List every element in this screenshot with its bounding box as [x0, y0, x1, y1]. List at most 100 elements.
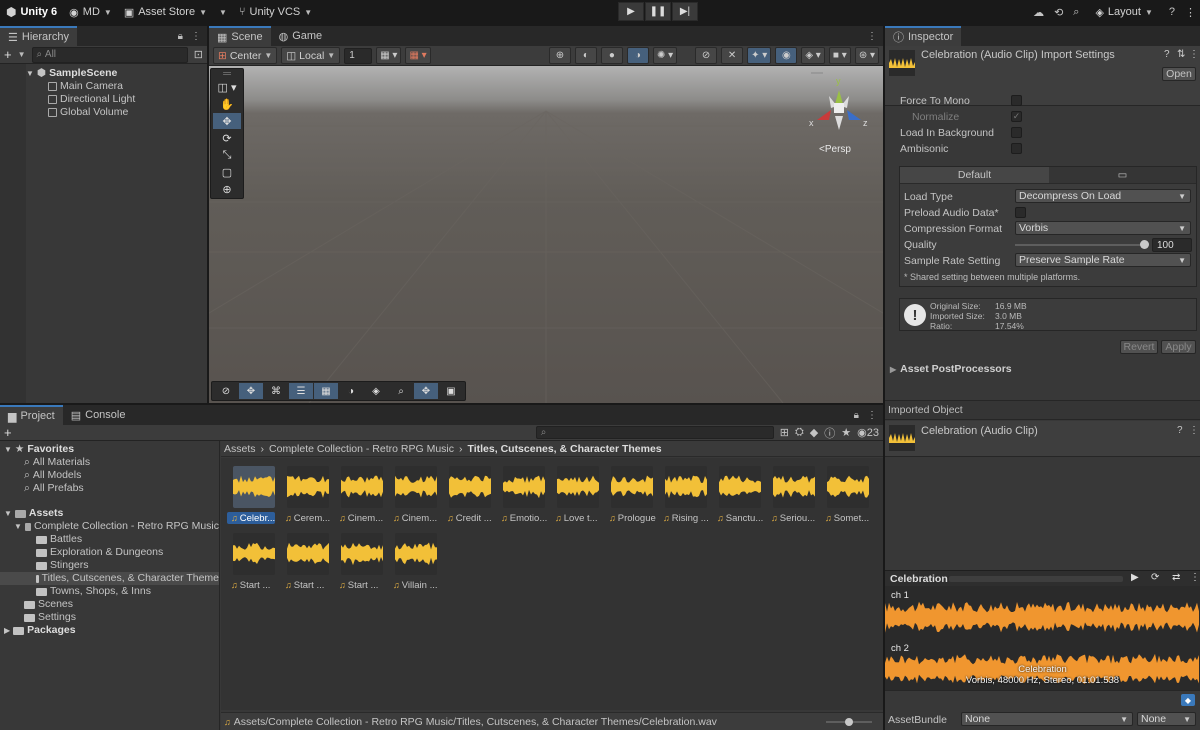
asset-item[interactable]: ♫ Sanctu... — [715, 466, 765, 524]
label-tag-icon[interactable]: ◆ — [1181, 694, 1195, 706]
space-dropdown[interactable]: ◫ Local ▼ — [281, 47, 341, 64]
filter-icon[interactable]: ⛭ — [795, 426, 804, 439]
snap-tool[interactable]: ⌘ — [264, 383, 288, 399]
sample-rate-dropdown[interactable]: Preserve Sample Rate ▼ — [1015, 253, 1191, 267]
shading-lit-button[interactable]: ◑ — [626, 47, 649, 64]
camera-button[interactable]: ■ ▾ — [828, 47, 851, 64]
more-icon[interactable]: ⋮ — [867, 31, 877, 42]
lock-icon[interactable]: 🔒︎ — [178, 31, 183, 42]
preview-scrubber[interactable] — [949, 576, 1123, 582]
tab-console[interactable]: ▤ Console — [63, 405, 134, 425]
project-search-input[interactable]: ⌕ — [535, 426, 774, 439]
asset-item[interactable]: ♫ Start ... — [229, 533, 279, 591]
orientation-gizmo[interactable]: y x z <Persp — [807, 72, 871, 155]
tab-project[interactable]: ▆ Project — [0, 405, 63, 425]
compression-dropdown[interactable]: Vorbis ▼ — [1015, 221, 1191, 235]
waveform-preview[interactable]: ch 1 ch 2 Celebration Vorbis, 48000 Hz, … — [885, 586, 1200, 690]
unity-menu[interactable]: ⬢ Unity 6 — [0, 1, 63, 23]
visibility-button[interactable]: ◉ — [775, 47, 798, 64]
normalize-checkbox[interactable]: ✓ — [1011, 111, 1022, 122]
account-dropdown[interactable]: ◉ MD ▼ — [63, 1, 118, 23]
layers-button[interactable]: ◈ ▾ — [801, 47, 825, 64]
folder-stingers[interactable]: Stingers — [0, 559, 219, 572]
view-options-dropdown[interactable]: ◫ ▾ — [213, 79, 241, 95]
layout-dropdown[interactable]: ◈ Layout ▼ — [1089, 1, 1158, 23]
scene-row[interactable]: ▼ ⬢ SampleScene — [26, 67, 207, 80]
pivot-dropdown[interactable]: ⊞ Center ▼ — [213, 47, 278, 64]
drag-handle-icon[interactable]: ═ — [213, 68, 241, 80]
favorite-item-all-models[interactable]: ⌕ All Models — [0, 469, 219, 482]
hierarchy-item-directional-light[interactable]: Directional Light — [28, 93, 207, 106]
asset-item[interactable]: ♫ Somet... — [823, 466, 873, 524]
shading-wireframe-button[interactable]: ◐ — [574, 47, 597, 64]
more-icon[interactable]: ⋮ — [191, 31, 201, 42]
search-tool[interactable]: ⌕ — [389, 383, 413, 399]
rect-tool[interactable]: ▢ — [213, 164, 241, 180]
thumbnail-size-knob[interactable] — [845, 718, 853, 726]
move-tool-overlay[interactable]: ✥ — [239, 383, 263, 399]
asset-item[interactable]: ♫ Prologue — [607, 466, 657, 524]
preload-checkbox[interactable] — [1015, 207, 1026, 218]
breadcrumb-item-assets[interactable]: Assets — [224, 443, 256, 455]
effects-button[interactable]: ✦ ▾ — [747, 47, 772, 64]
tab-scene[interactable]: ▦ Scene — [209, 26, 271, 46]
asset-item[interactable]: ♫ Villain ... — [391, 533, 441, 591]
asset-postprocessors-foldout[interactable]: ▶ Asset PostProcessors — [890, 362, 1200, 376]
star-icon[interactable]: ★ — [841, 426, 851, 439]
rotate-tool[interactable]: ⟳ — [213, 130, 241, 146]
audio-toggle-button[interactable]: ✕ — [721, 47, 744, 64]
asset-item[interactable]: ♫ Celebr... — [227, 466, 279, 524]
play-icon[interactable]: ▶ — [1131, 572, 1139, 583]
asset-item[interactable]: ♫ Love t... — [553, 466, 603, 524]
help-icon[interactable]: ? — [1164, 49, 1170, 60]
grid-size-input[interactable]: 1 — [344, 47, 373, 64]
assetbundle-variant-dropdown[interactable]: None ▼ — [1137, 712, 1196, 726]
folder-titles-selected[interactable]: Titles, Cutscenes, & Character Theme — [0, 572, 219, 585]
help-icon[interactable]: ? — [1177, 425, 1183, 436]
orientation-button[interactable]: ⊕ — [548, 47, 571, 64]
load-type-dropdown[interactable]: Decompress On Load ▼ — [1015, 189, 1191, 203]
favorite-item-all-prefabs[interactable]: ⌕ All Prefabs — [0, 482, 219, 495]
add-icon[interactable]: + — [4, 47, 12, 62]
force-to-mono-checkbox[interactable] — [1011, 95, 1022, 106]
ambisonic-checkbox[interactable] — [1011, 143, 1022, 154]
vcs-dropdown[interactable]: ⑂ Unity VCS ▼ — [233, 1, 318, 23]
step-button[interactable]: ▶| — [672, 2, 698, 21]
pause-button[interactable]: ❚❚ — [645, 2, 671, 21]
asset-item[interactable]: ♫ Rising ... — [661, 466, 711, 524]
quality-slider-track[interactable] — [1015, 244, 1145, 246]
tab-platform-default[interactable]: Default — [900, 167, 1049, 184]
more-dropdown[interactable]: ▼ — [213, 1, 233, 23]
folder-battles[interactable]: Battles — [0, 533, 219, 546]
hand-tool[interactable]: ✋ — [213, 96, 241, 112]
favorite-item-all-materials[interactable]: ⌕ All Materials — [0, 456, 219, 469]
tab-inspector[interactable]: ⓘ Inspector — [885, 26, 962, 46]
hierarchy-search-input[interactable]: ⌕ All — [31, 46, 188, 63]
more-icon[interactable]: ⋮ — [1190, 572, 1200, 583]
scale-tool[interactable]: ⤡ — [213, 147, 241, 163]
more-icon[interactable]: ⋮ — [867, 410, 877, 421]
search-by-type-icon[interactable]: ⊞ — [780, 426, 789, 439]
more-icon[interactable]: ⋮ — [1189, 49, 1199, 60]
grid-tool[interactable]: ▦ — [314, 383, 338, 399]
load-in-background-checkbox[interactable] — [1011, 127, 1022, 138]
assetbundle-dropdown[interactable]: None ▼ — [961, 712, 1133, 726]
asset-item[interactable]: ♫ Seriou... — [769, 466, 819, 524]
orient-tool[interactable]: ⊘ — [214, 383, 238, 399]
tab-game[interactable]: ◍ Game — [271, 26, 331, 46]
align-tool[interactable]: ☰ — [289, 383, 313, 399]
help-icon[interactable]: ? — [1169, 6, 1175, 18]
collection-folder[interactable]: ▼ Complete Collection - Retro RPG Music — [0, 520, 219, 533]
more-icon[interactable]: ⋮ — [1189, 425, 1199, 436]
asset-store-dropdown[interactable]: ▣ Asset Store ▼ — [118, 1, 213, 23]
label-icon[interactable]: ◆ — [810, 426, 818, 439]
history-icon[interactable]: ⟲ — [1054, 6, 1063, 19]
favorites-foldout[interactable]: ▼ ★ Favorites — [0, 443, 219, 456]
expand-icon[interactable]: ⊡ — [194, 48, 203, 61]
asset-item[interactable]: ♫ Start ... — [337, 533, 387, 591]
auto-play-icon[interactable]: ⟳ — [1151, 572, 1159, 583]
tab-platform-standalone[interactable]: ▭ — [1049, 167, 1196, 184]
hierarchy-item-global-volume[interactable]: Global Volume — [28, 106, 207, 119]
quality-slider-knob[interactable] — [1140, 240, 1149, 249]
asset-item[interactable]: ♫ Start ... — [283, 533, 333, 591]
